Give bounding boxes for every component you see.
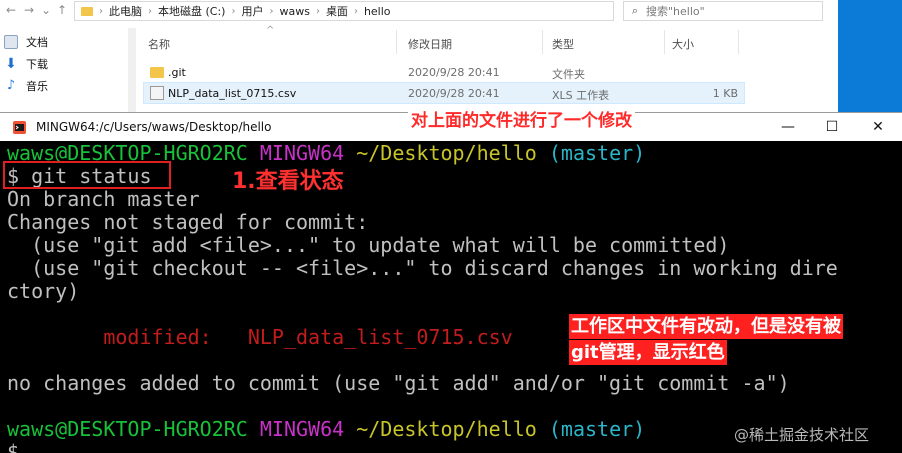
- maximize-button[interactable]: ☐: [810, 113, 854, 141]
- output-line: (use "git add <file>..." to update what …: [7, 233, 730, 257]
- prompt-env: MINGW64: [259, 142, 345, 165]
- annotation-modified-file: 对上面的文件进行了一个修改: [408, 106, 635, 131]
- column-divider[interactable]: [738, 30, 739, 54]
- sidebar-item-documents[interactable]: 文档: [4, 32, 48, 52]
- output-line: (use "git checkout -- <file>..." to disc…: [7, 256, 838, 280]
- column-divider[interactable]: [664, 30, 665, 54]
- up-arrow-icon[interactable]: ↑: [57, 3, 67, 17]
- prompt-path: ~/Desktop/hello: [356, 142, 537, 165]
- folder-icon: [150, 67, 164, 78]
- file-size: 1 KB: [712, 87, 738, 100]
- chevron-right-icon: ›: [315, 5, 320, 17]
- file-row-git[interactable]: .git 2020/9/28 20:41 文件夹: [144, 62, 744, 82]
- minimize-button[interactable]: —: [766, 113, 810, 141]
- csv-file-icon: [150, 86, 164, 100]
- input-line[interactable]: $: [7, 441, 19, 453]
- prompt-line: waws@DESKTOP-HGRO2RC MINGW64 ~/Desktop/h…: [7, 418, 645, 441]
- sidebar-item-label: 下载: [26, 58, 48, 71]
- watermark: @稀土掘金技术社区: [734, 426, 870, 444]
- column-date[interactable]: 修改日期: [408, 36, 452, 52]
- breadcrumb-waws[interactable]: waws: [279, 5, 309, 18]
- command-highlight-box: [3, 161, 171, 189]
- breadcrumb-this-pc[interactable]: 此电脑: [109, 3, 142, 19]
- annotation-unstaged-line2: git管理，显示红色: [569, 340, 727, 365]
- prompt-path: ~/Desktop/hello: [356, 417, 537, 441]
- chevron-right-icon: ›: [99, 5, 103, 17]
- file-row-csv[interactable]: NLP_data_list_0715.csv 2020/9/28 20:41 X…: [143, 82, 745, 104]
- column-divider[interactable]: [542, 30, 543, 54]
- chevron-right-icon: ›: [148, 5, 152, 17]
- mintty-terminal-window[interactable]: MINGW64:/c/Users/waws/Desktop/hello — ☐ …: [0, 112, 902, 453]
- sidebar-item-label: 音乐: [26, 80, 48, 93]
- column-divider[interactable]: [396, 30, 397, 54]
- forward-arrow-icon[interactable]: →: [24, 3, 34, 17]
- search-placeholder: 搜索"hello": [646, 5, 705, 18]
- documents-icon: [4, 35, 18, 49]
- back-arrow-icon[interactable]: ←: [6, 3, 16, 17]
- download-icon: ⬇: [5, 56, 17, 72]
- chevron-right-icon: ›: [353, 5, 358, 17]
- breadcrumb-users[interactable]: 用户: [241, 3, 263, 19]
- terminal-output[interactable]: waws@DESKTOP-HGRO2RC MINGW64 ~/Desktop/h…: [0, 142, 902, 453]
- terminal-title: MINGW64:/c/Users/waws/Desktop/hello: [36, 120, 272, 134]
- search-input[interactable]: ⌕ 搜索"hello": [623, 1, 823, 21]
- column-type[interactable]: 类型: [552, 36, 574, 52]
- file-date: 2020/9/28 20:41: [408, 87, 500, 100]
- prompt-branch: (master): [548, 417, 646, 441]
- desktop-background: [838, 0, 902, 118]
- breadcrumb-desktop[interactable]: 桌面: [326, 3, 348, 19]
- address-row: ← → ⌄ ↑ › 此电脑 › 本地磁盘 (C:) › 用户 › waws › …: [0, 0, 902, 22]
- file-name: NLP_data_list_0715.csv: [168, 87, 297, 100]
- annotation-check-status: 1.查看状态: [232, 169, 344, 194]
- sidebar-item-label: 文档: [26, 36, 48, 49]
- column-size[interactable]: 大小: [672, 36, 694, 52]
- column-headers: ^ 名称 修改日期 类型 大小: [138, 25, 838, 54]
- folder-icon: [81, 6, 93, 16]
- address-bar[interactable]: › 此电脑 › 本地磁盘 (C:) › 用户 › waws › 桌面 › hel…: [74, 1, 614, 21]
- recent-dropdown-icon[interactable]: ⌄: [41, 3, 51, 17]
- sort-ascending-icon: ^: [266, 25, 275, 36]
- output-line: On branch master: [7, 187, 200, 211]
- column-name[interactable]: 名称: [148, 36, 170, 52]
- git-bash-icon: [13, 121, 26, 134]
- prompt-env: MINGW64: [259, 417, 345, 441]
- prompt-symbol: $: [7, 440, 20, 453]
- breadcrumb-local-disk[interactable]: 本地磁盘 (C:): [158, 3, 225, 19]
- annotation-unstaged-line1: 工作区中文件有改动，但是没有被: [569, 314, 843, 339]
- navigation-pane: 文档 ⬇ 下载 ♪ 音乐: [0, 28, 128, 118]
- file-type: 文件夹: [552, 68, 585, 81]
- modified-file-line: modified: NLP_data_list_0715.csv: [7, 325, 513, 349]
- chevron-right-icon: ›: [269, 5, 274, 17]
- chevron-right-icon: ›: [231, 5, 236, 17]
- sidebar-item-music[interactable]: ♪ 音乐: [4, 76, 48, 96]
- output-line: Changes not staged for commit:: [7, 210, 369, 234]
- prompt-branch: (master): [548, 142, 646, 165]
- file-type: XLS 工作表: [552, 89, 610, 102]
- file-name: .git: [168, 66, 186, 79]
- file-date: 2020/9/28 20:41: [408, 66, 500, 79]
- sidebar-item-downloads[interactable]: ⬇ 下载: [4, 54, 48, 74]
- music-icon: ♪: [6, 78, 16, 93]
- output-line: no changes added to commit (use "git add…: [7, 371, 790, 395]
- prompt-user: waws@DESKTOP-HGRO2RC: [7, 417, 248, 441]
- close-button[interactable]: ✕: [856, 113, 900, 141]
- breadcrumb-hello[interactable]: hello: [364, 5, 391, 18]
- navigation-scrollbar[interactable]: [128, 28, 136, 118]
- output-line: ctory): [7, 279, 80, 303]
- search-icon: ⌕: [631, 4, 639, 17]
- file-explorer-window: ← → ⌄ ↑ › 此电脑 › 本地磁盘 (C:) › 用户 › waws › …: [0, 0, 902, 118]
